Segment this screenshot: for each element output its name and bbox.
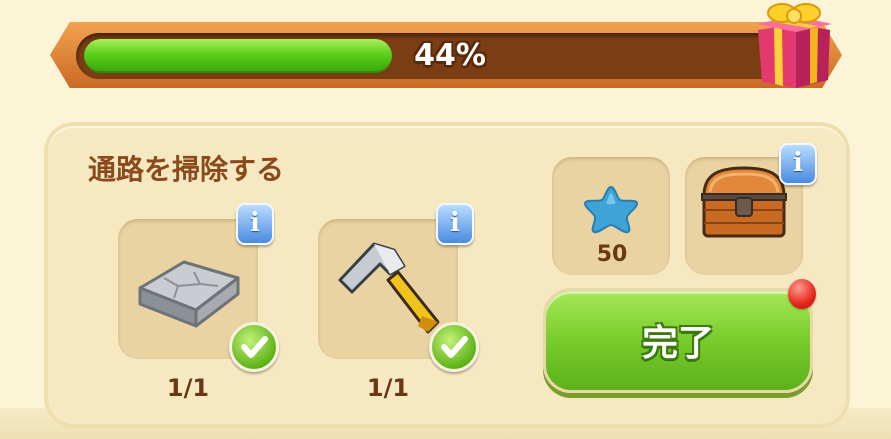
gift-box-body	[756, 16, 832, 88]
checkmark-icon	[429, 322, 479, 372]
complete-button[interactable]: 完了	[543, 288, 813, 393]
task-title: 通路を掃除する	[88, 153, 285, 186]
notification-dot	[788, 279, 816, 309]
stone-tile-icon	[138, 260, 240, 328]
info-button-chest[interactable]: i	[779, 143, 817, 185]
info-button-stone[interactable]: i	[236, 203, 274, 245]
checkmark-icon	[229, 322, 279, 372]
hammer-icon	[338, 242, 440, 334]
requirement-count-stone: 1/1	[166, 374, 210, 402]
treasure-chest-icon	[701, 166, 787, 238]
progress-fill	[84, 39, 392, 73]
blue-star-icon	[583, 185, 639, 234]
reward-amount: 50	[596, 242, 628, 267]
gift-box-icon[interactable]	[752, 0, 834, 92]
progress-percent: 44%	[414, 38, 486, 73]
gift-bow	[767, 3, 821, 24]
requirement-count-hammer: 1/1	[366, 374, 410, 402]
info-button-hammer[interactable]: i	[436, 203, 474, 245]
